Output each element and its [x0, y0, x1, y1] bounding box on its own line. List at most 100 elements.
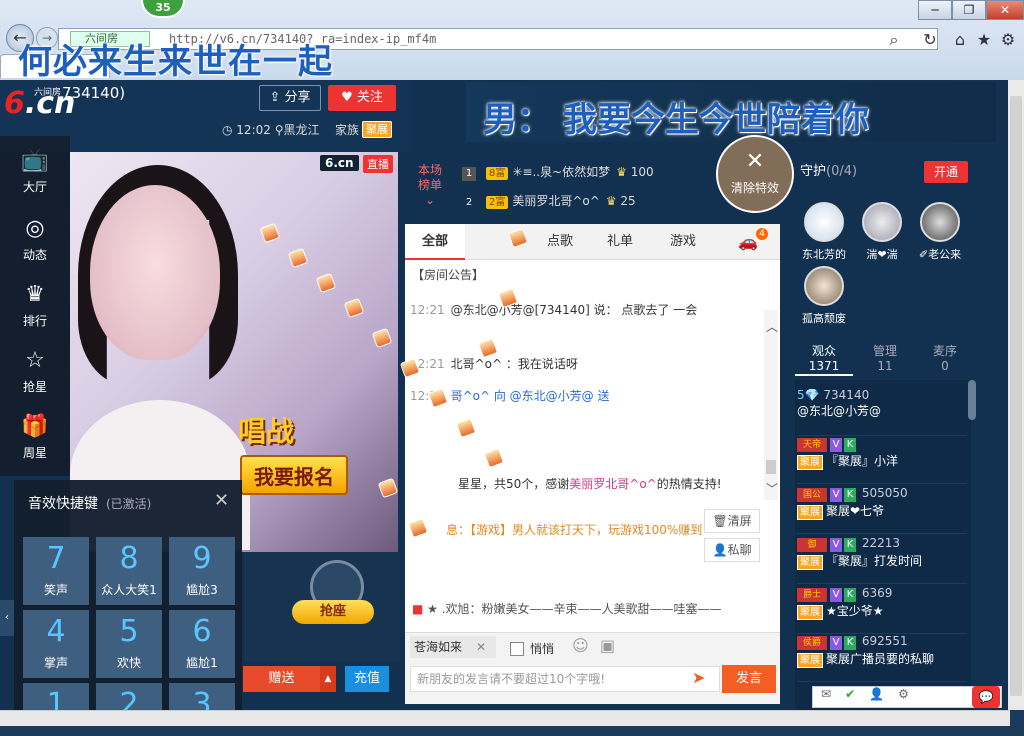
sound-key-number: 4 [46, 614, 66, 649]
send-plane-icon[interactable]: ➤ [692, 668, 705, 687]
rich-level-badge: 2富 [486, 196, 509, 209]
compass-icon: ◎ [25, 216, 45, 241]
danmu-text: 何必来生来世在一起 [18, 42, 333, 82]
open-guard-button[interactable]: 开通 [924, 161, 968, 183]
clear-effects-button[interactable]: ✕ 清除特效 [716, 135, 794, 213]
tab-all[interactable]: 全部 [405, 224, 465, 260]
audience-scrollbar[interactable] [968, 380, 976, 420]
recharge-button[interactable]: 充值 [345, 666, 389, 692]
rank-label[interactable]: 本场榜单 ⌄ [416, 163, 444, 208]
scroll-down-icon[interactable]: ﹀ [766, 480, 778, 497]
emoji-icon[interactable]: ☺ [572, 636, 589, 655]
guard-header: 守护(0/4) [800, 160, 857, 179]
tab-songs[interactable]: 点歌 [530, 224, 590, 260]
tab-gifts[interactable]: 礼单 [590, 224, 650, 260]
chat-scroll-thumb[interactable] [766, 460, 776, 474]
sound-key[interactable]: 4 掌声 [23, 610, 89, 678]
check-icon[interactable]: ✔ [845, 687, 855, 701]
signup-button[interactable]: 我要报名 [240, 455, 348, 495]
live-badge: 直播 [363, 155, 393, 173]
share-button[interactable]: ⇪ 分享 [259, 85, 321, 111]
chevron-down-icon: ⌄ [424, 193, 436, 207]
settings-icon[interactable]: ⚙ [998, 30, 1018, 49]
system-message[interactable]: 息：【游戏】男人就该打天下，玩游戏100%赚到 [446, 521, 702, 538]
sidebar-item-label: 抢星 [22, 380, 47, 394]
broadcast-info: ◷ 12:02 ⚲黑龙江 [222, 121, 320, 138]
guard-member[interactable]: 东北芳的 [798, 202, 850, 262]
avatar [920, 202, 960, 242]
minimize-button[interactable]: ─ [918, 0, 952, 20]
level-badge: 天帝 [797, 438, 827, 452]
chat-target-chip[interactable]: 苍海如来 ✕ [410, 636, 496, 658]
private-chat-button[interactable]: 👤私聊 [704, 538, 760, 562]
sound-key-number: 9 [192, 541, 212, 576]
close-icon[interactable]: ✕ [214, 490, 229, 511]
list-item[interactable]: 5💎 734140 @东北@小芳@ [797, 388, 967, 436]
sound-key[interactable]: 5 欢快 [96, 610, 162, 678]
list-item[interactable]: 天帝 V K 聚展 『聚展』小洋 [797, 436, 967, 484]
vip-icon: V [830, 488, 842, 502]
room-id: 734140) [62, 84, 126, 102]
message-text: 北哥^o^ ：我在说话呀 [450, 357, 578, 371]
message-text: @东北@小芳@[734140] 说： 点歌去了 一会 [450, 303, 698, 317]
list-item[interactable]: 侯爵 V K 692551 聚展 聚展广播员要的私聊 [797, 634, 967, 682]
car-icon[interactable]: 🚗 [720, 224, 776, 260]
sound-key[interactable]: 9 尴尬3 [169, 537, 235, 605]
search-icon[interactable]: ⌕ [884, 30, 904, 49]
vip-icon: V [830, 538, 842, 552]
clear-screen-button[interactable]: 🗑清屏 [704, 509, 760, 533]
close-icon[interactable]: ✕ [476, 640, 486, 654]
sidebar-item-hall[interactable]: 📺 大厅 [0, 140, 70, 206]
tab-admin[interactable]: 管理 11 [856, 344, 914, 374]
family-tag[interactable]: 聚展 [362, 121, 392, 138]
family-tag: 聚展 [797, 555, 823, 570]
sound-key[interactable]: 6 尴尬1 [169, 610, 235, 678]
chat-input[interactable]: 新朋友的发言请不要超过10个字哦! [410, 666, 720, 692]
tab-count: 1371 [808, 359, 840, 373]
rank-row[interactable]: 2 2富 美丽罗北哥^o^ ♛ 25 [462, 190, 702, 212]
sidebar-item-weekstar[interactable]: 🎁 周星 [0, 406, 70, 472]
chat-bubble-icon[interactable]: 💬 [972, 686, 1000, 708]
rank-row[interactable]: 1 8富 ✳≡..泉~依然如梦 ♛ 100 [462, 161, 702, 183]
refresh-icon[interactable]: ↻ [920, 30, 940, 49]
maximize-button[interactable]: ❐ [952, 0, 986, 20]
guard-member[interactable]: 孤高颓废 [798, 266, 850, 326]
sidebar-item-feed[interactable]: ◎ 动态 [0, 208, 70, 274]
list-item[interactable]: 爵士 V K 6369 聚展 ★宝少爷★ [797, 586, 967, 634]
user-icon[interactable]: 👤 [869, 687, 884, 701]
tab-games[interactable]: 游戏 [652, 224, 714, 260]
list-item[interactable]: 御VK 22213 聚展 『聚展』打发时间 [797, 536, 967, 584]
grab-seat-button[interactable]: 抢座 [292, 600, 374, 624]
user-id: 505050 [861, 486, 908, 500]
chat-target-name: 苍海如来 [414, 640, 463, 654]
tab-audience[interactable]: 观众 1371 [795, 344, 853, 376]
page-scroll-thumb[interactable] [1010, 96, 1022, 696]
send-gift-button[interactable]: 赠送 [243, 666, 320, 692]
guard-member[interactable]: ✐老公来 [914, 202, 966, 262]
follow-label: 关注 [356, 90, 383, 105]
image-icon[interactable]: ▣ [600, 636, 615, 655]
window-close-button[interactable]: ✕ [986, 0, 1024, 20]
collapse-arrow-icon[interactable]: ‹ [0, 600, 14, 636]
rank-user-name: 美丽罗北哥^o^ [512, 194, 600, 208]
list-item[interactable]: 国公 V K 505050 聚展 聚展❤七爷 [797, 486, 967, 534]
quiet-checkbox[interactable] [510, 642, 524, 656]
page-horizontal-scrollbar[interactable] [0, 710, 1010, 726]
scroll-up-icon[interactable]: ︿ [766, 318, 778, 335]
mail-icon[interactable]: ✉ [821, 687, 831, 701]
rank-number: 1 [462, 167, 476, 181]
thanks-name[interactable]: 美丽罗北哥^o^ [569, 477, 656, 491]
sound-key[interactable]: 8 众人大笑1 [96, 537, 162, 605]
home-icon[interactable]: ⌂ [950, 30, 970, 49]
gift-dropdown-icon[interactable]: ▲ [320, 666, 336, 692]
settings-icon[interactable]: ⚙ [898, 687, 909, 701]
sidebar-item-rank[interactable]: ♛ 排行 [0, 274, 70, 340]
vip-icon: V [830, 438, 842, 452]
guard-member[interactable]: 湍❤湍 [856, 202, 908, 262]
sidebar-item-star[interactable]: ☆ 抢星 [0, 340, 70, 406]
send-button[interactable]: 发言 [722, 665, 776, 693]
tab-mic-queue[interactable]: 麦序 0 [916, 344, 974, 374]
favorites-icon[interactable]: ★ [974, 30, 994, 49]
sound-key[interactable]: 7 笑声 [23, 537, 89, 605]
follow-button[interactable]: ♥ 关注 [328, 85, 396, 111]
